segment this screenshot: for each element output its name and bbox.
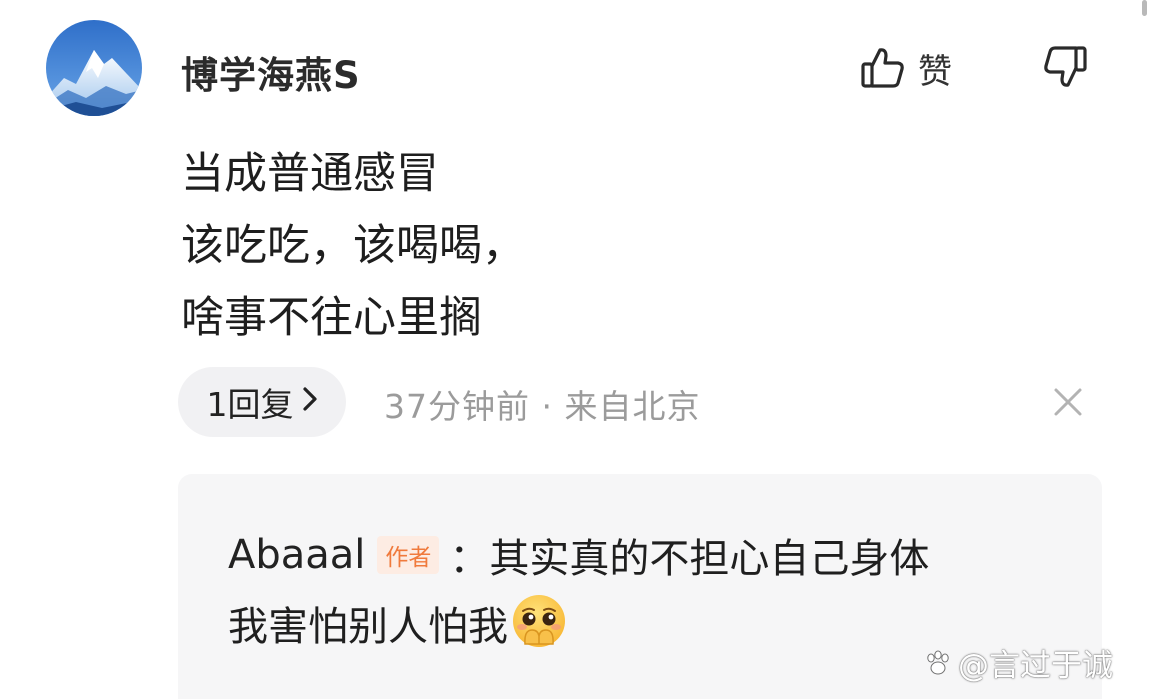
- scrollbar[interactable]: [1142, 0, 1147, 16]
- username[interactable]: 博学海燕S: [181, 45, 361, 99]
- reply-author[interactable]: Abaaal: [228, 532, 365, 578]
- comment-meta: 37分钟前 · 来自北京: [384, 387, 701, 426]
- reply-line: Abaaal 作者 ：其实真的不担心自己身体: [228, 526, 929, 584]
- dislike-button[interactable]: [1040, 42, 1090, 92]
- reply-text: 我害怕别人怕我: [228, 604, 508, 650]
- comment-line: 该吃吃，该喝喝，: [181, 221, 525, 271]
- comment-body: 当成普通感冒 该吃吃，该喝喝， 啥事不往心里搁: [181, 138, 525, 354]
- chevron-right-icon: [302, 385, 318, 420]
- reply-text: ：其实真的不担心自己身体: [449, 536, 930, 582]
- close-icon: [1052, 386, 1084, 418]
- comment-line: 当成普通感冒: [181, 149, 439, 199]
- comment-line: 啥事不往心里搁: [181, 293, 482, 343]
- comment-screen: 博学海燕S 赞 当成普通感冒 该吃吃，该喝喝， 啥事不往心里搁 1回复 37分钟…: [0, 0, 1161, 699]
- view-replies-button[interactable]: 1回复: [178, 367, 346, 437]
- thumbs-up-icon: [860, 45, 906, 91]
- pleading-hands-covering-mouth-emoji: [510, 592, 568, 654]
- watermark: @言过于诚: [922, 640, 1113, 685]
- close-button[interactable]: [1052, 386, 1084, 418]
- reply-line: 我害怕别人怕我: [228, 592, 568, 654]
- like-label: 赞: [918, 51, 952, 92]
- like-button[interactable]: 赞: [860, 40, 952, 96]
- avatar[interactable]: [46, 20, 142, 116]
- thumbs-down-icon: [1040, 42, 1090, 92]
- author-badge: 作者: [377, 536, 440, 574]
- paw-icon: [922, 647, 958, 679]
- reply-count-label: 1回复: [206, 385, 294, 424]
- watermark-text: @言过于诚: [958, 648, 1113, 684]
